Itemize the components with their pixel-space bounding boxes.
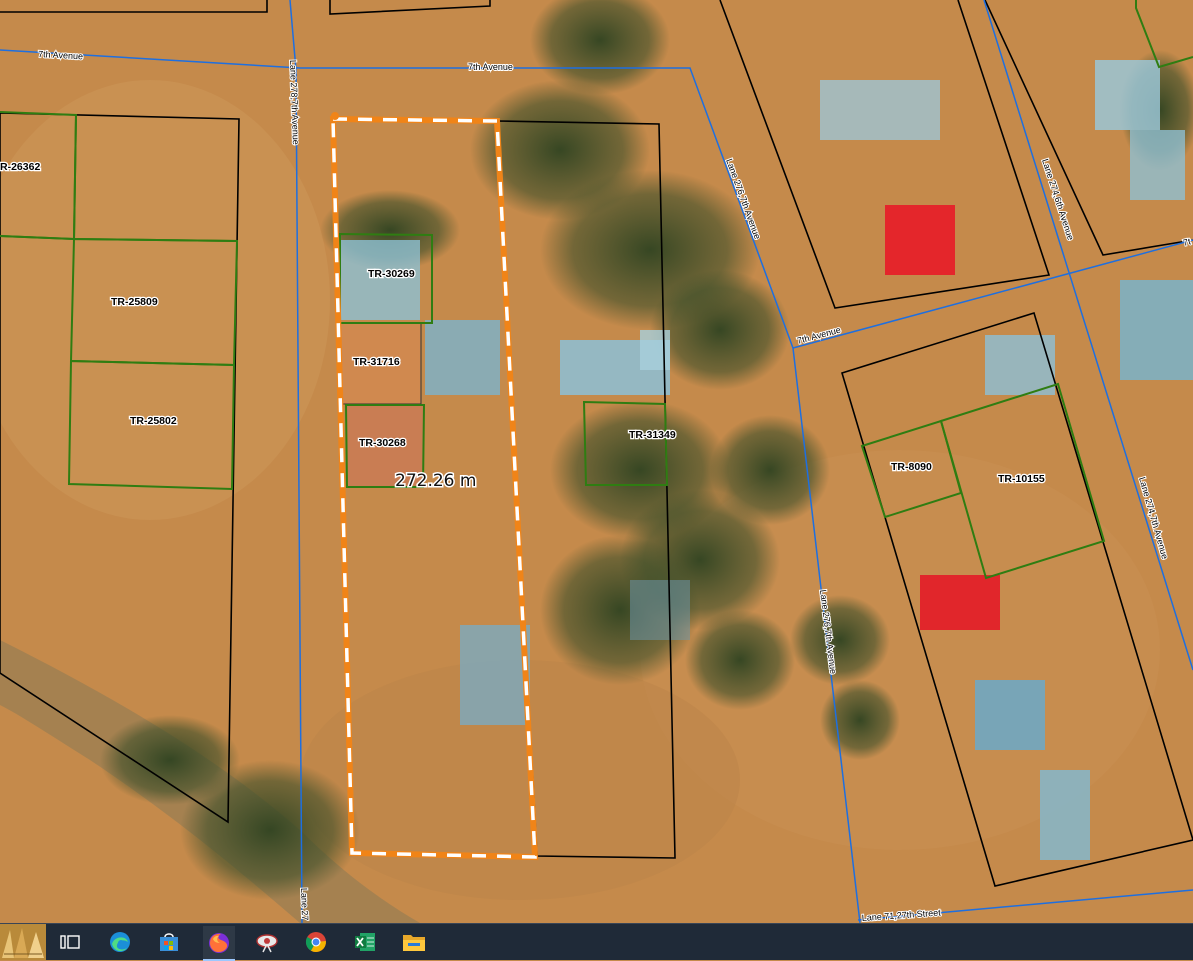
edge-icon[interactable] [107, 930, 133, 954]
road-label-7th-avenue-center: 7th Avenue [468, 62, 513, 72]
parcel-label-31716: TR-31716 [353, 356, 400, 368]
taskbar [0, 923, 1193, 961]
vertex-handle[interactable] [331, 112, 339, 120]
parcel-label-30269: TR-30269 [368, 268, 415, 280]
start-icon[interactable] [0, 924, 46, 960]
parcel-label-8090: TR-8090 [891, 461, 932, 473]
map-view[interactable]: 7th Avenue 7th Avenue 7th Avenue Lane 27… [0, 0, 1193, 923]
measurement-label: 272.26 m [395, 471, 476, 491]
satellite-app-icon[interactable] [254, 930, 280, 954]
file-explorer-icon[interactable] [401, 930, 427, 954]
map-canvas[interactable]: 7th Avenue 7th Avenue 7th Avenue Lane 27… [0, 0, 1193, 923]
chrome-icon[interactable] [303, 930, 329, 954]
task-view-icon[interactable] [57, 930, 83, 954]
road-label-lane-27: Lane 27 [299, 888, 310, 921]
store-icon[interactable] [156, 930, 182, 954]
firefox-icon[interactable] [203, 926, 235, 961]
parcel-label-30268: TR-30268 [359, 437, 406, 449]
parcel-label-25802: TR-25802 [130, 415, 177, 427]
parcel-label-31349: TR-31349 [629, 429, 676, 441]
parcel-label-25809: TR-25809 [111, 296, 158, 308]
parcel-label-26362: R-26362 [0, 161, 40, 173]
excel-icon[interactable] [352, 930, 378, 954]
parcel-label-10155: TR-10155 [998, 473, 1045, 485]
